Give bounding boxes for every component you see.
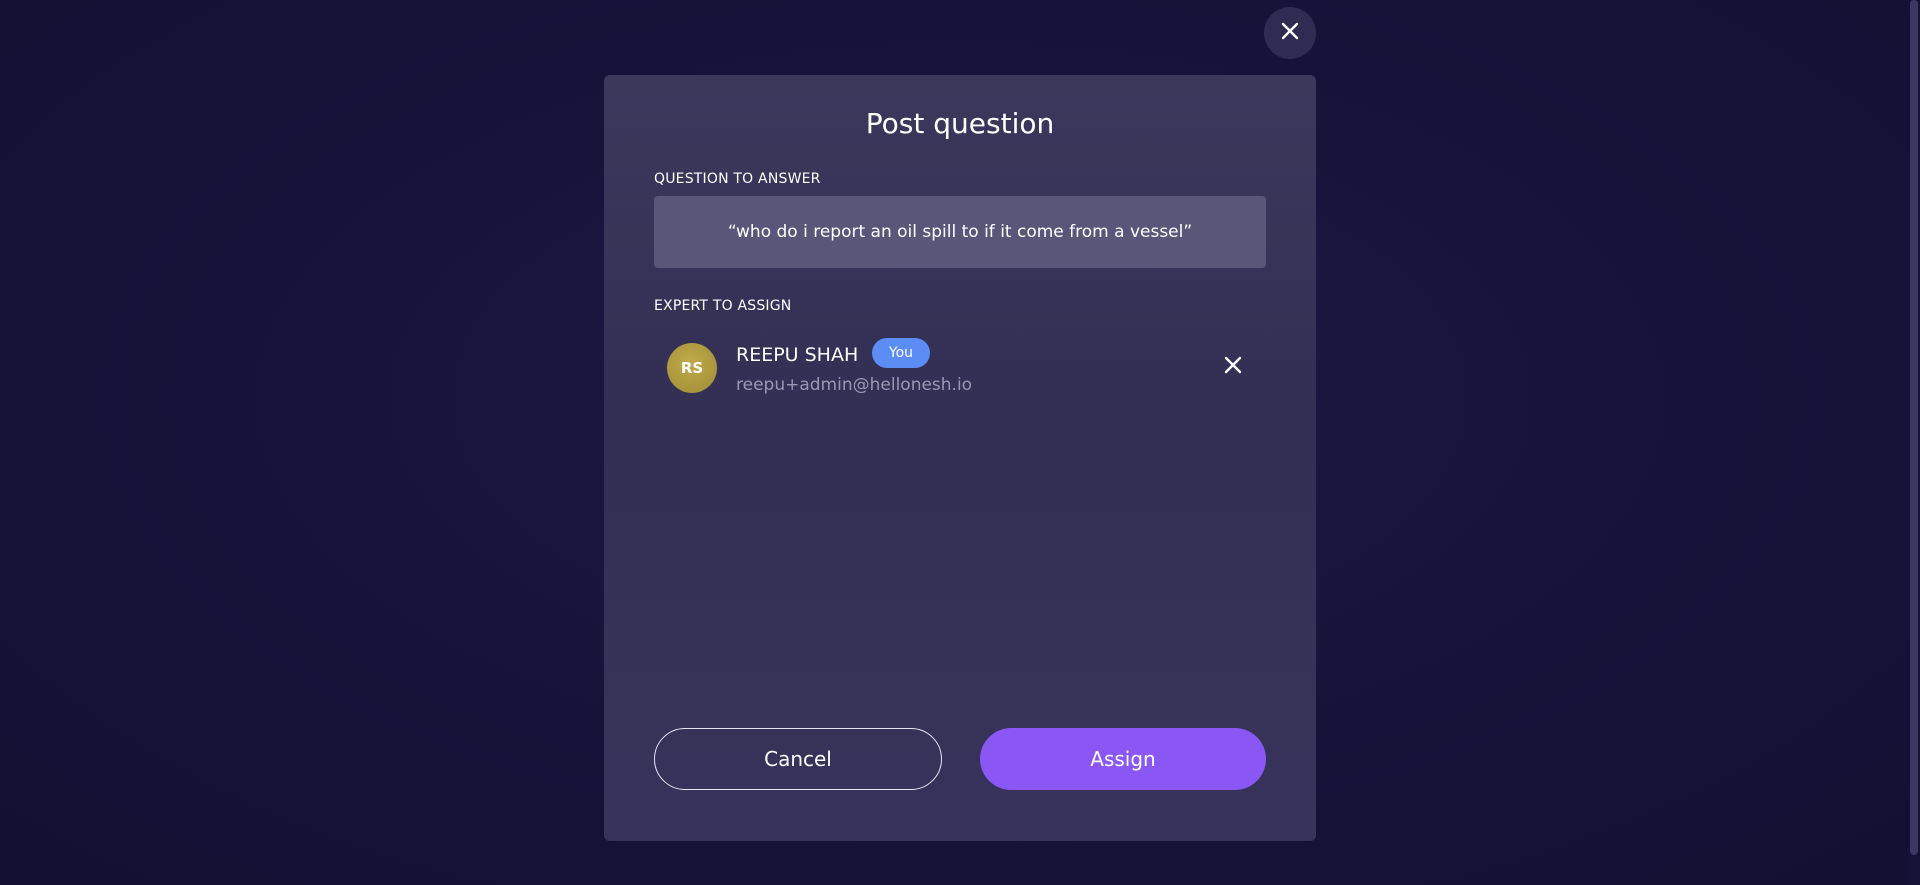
question-section-label: QUESTION TO ANSWER (654, 171, 821, 187)
question-box: “who do i report an oil spill to if it c… (654, 196, 1266, 268)
expert-list-item: RS REEPU SHAH reepu+admin@hellonesh.io (654, 330, 1266, 404)
scrollbar-thumb[interactable] (1910, 0, 1918, 855)
post-question-modal: Post question QUESTION TO ANSWER “who do… (604, 75, 1316, 841)
scrollbar[interactable] (1908, 0, 1920, 885)
avatar: RS (667, 343, 717, 393)
close-modal-button[interactable] (1264, 7, 1316, 59)
expert-section-label: EXPERT TO ASSIGN (654, 298, 792, 314)
remove-expert-button[interactable] (1220, 354, 1246, 380)
you-badge: You (872, 338, 930, 368)
modal-title: Post question (865, 107, 1055, 140)
expert-email: reepu+admin@hellonesh.io (736, 375, 973, 395)
assign-button[interactable]: Assign (980, 728, 1266, 790)
close-icon (1280, 21, 1300, 45)
cancel-button[interactable]: Cancel (654, 728, 942, 790)
close-icon (1224, 356, 1242, 378)
question-text: “who do i report an oil spill to if it c… (727, 222, 1193, 242)
expert-name: REEPU SHAH (736, 344, 859, 366)
